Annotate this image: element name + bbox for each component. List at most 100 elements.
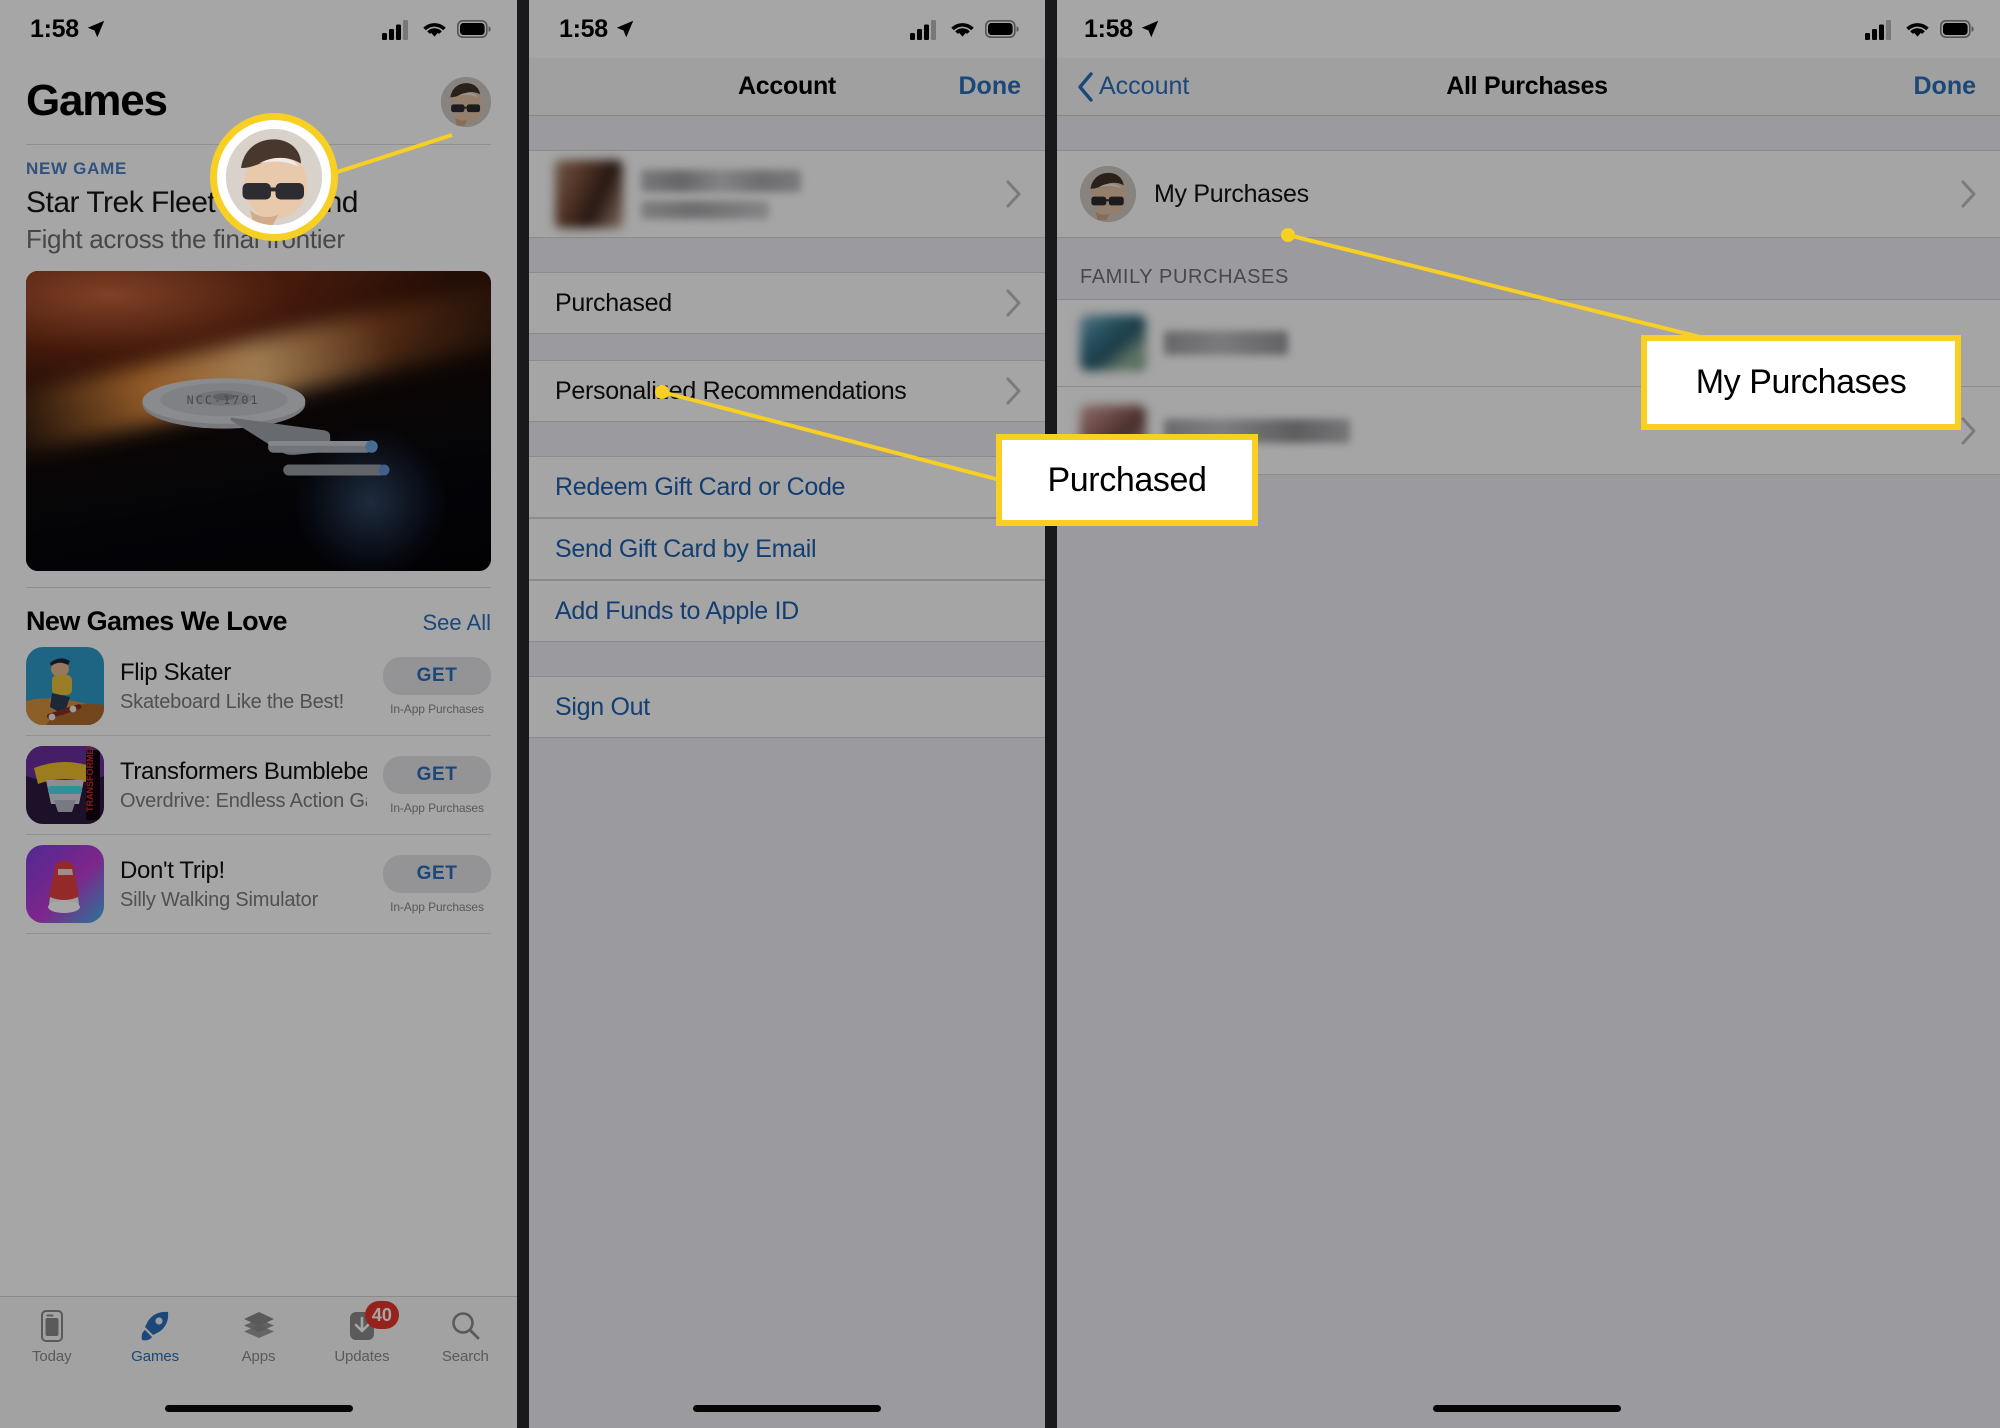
list-item[interactable]: TRANSFORMERS Transformers Bumblebee Over… [26,736,491,835]
page-title: Games [26,76,168,125]
tab-label: Today [31,1348,72,1365]
get-column: GET In-App Purchases [383,656,491,716]
tab-label: Search [441,1348,489,1365]
in-app-purchases-note: In-App Purchases [390,899,484,914]
all-purchases-list[interactable]: My Purchases FAMILY PURCHASES [1054,116,2000,1428]
svg-text:NCC-1701: NCC-1701 [187,393,260,407]
app-subtitle: Silly Walking Simulator [120,888,319,911]
section-title: New Games We Love [26,606,288,636]
nav-bar-all-purchases: Account All Purchases Done [1054,58,2000,116]
row-add-funds[interactable]: Add Funds to Apple ID [529,580,1045,642]
chevron-right-icon [1006,377,1021,405]
app-subtitle: Skateboard Like the Best! [120,690,345,713]
tab-label: Apps [241,1348,276,1365]
get-button[interactable]: GET [383,854,491,893]
list-item[interactable]: Don't Trip! Silly Walking Simulator GET … [26,835,491,934]
tab-games[interactable]: Games [103,1309,206,1365]
games-scroll-area[interactable]: Games NEW GAME Star Trek Fleet Command F… [0,58,517,1428]
rocket-icon [138,1309,172,1343]
app-subtitle: Overdrive: Endless Action Game [120,789,367,812]
panel-all-purchases: 1:58 Account All Purchases Done My Purch… [1054,0,2000,1428]
updates-badge: 40 [364,1301,399,1329]
get-column: GET In-App Purchases [383,854,491,914]
home-indicator [1433,1405,1621,1412]
section-new-games: New Games We Love See All [26,587,491,637]
featured-hero-image[interactable]: NCC-1701 [26,271,491,571]
featured-block[interactable]: NEW GAME Star Trek Fleet Command Fight a… [0,145,517,255]
search-icon [448,1309,482,1343]
get-button[interactable]: GET [383,656,491,695]
panel-account: 1:58 Account Done Purchased Personalized… [529,0,1045,1428]
tab-today[interactable]: Today [0,1309,103,1365]
blurred-name-line-1 [641,169,801,192]
row-sign-out[interactable]: Sign Out [529,676,1045,738]
family-purchase-row[interactable] [1054,299,2000,387]
tab-search[interactable]: Search [414,1309,517,1365]
status-bar-panel1: 1:58 [0,0,517,58]
stack-icon [242,1309,276,1343]
home-indicator [693,1405,881,1412]
row-redeem-gift-card[interactable]: Redeem Gift Card or Code [529,456,1045,518]
nav-bar-account: Account Done [529,58,1045,116]
row-personalized-recommendations[interactable]: Personalized Recommendations [529,360,1045,422]
status-time-text: 1:58 [559,14,608,43]
row-purchased[interactable]: Purchased [529,272,1045,334]
status-icons [910,19,1019,40]
account-avatar-photo [441,77,491,127]
svg-text:TRANSFORMERS: TRANSFORMERS [85,746,95,812]
row-my-purchases[interactable]: My Purchases [1054,150,2000,238]
wifi-icon [951,23,974,37]
list-item[interactable]: Flip Skater Skateboard Like the Best! GE… [26,637,491,736]
flip-skater-app-icon [26,647,104,725]
games-header: Games [0,58,517,136]
app-meta: Don't Trip! Silly Walking Simulator [120,857,367,912]
blurred-profile-photo [555,160,623,228]
row-label: Personalized Recommendations [555,376,907,405]
status-bar-panel3: 1:58 [1054,0,2000,58]
panel-divider [1045,0,1057,1428]
list-gap [529,238,1045,272]
home-indicator [164,1405,353,1412]
app-name: Transformers Bumblebee [120,757,367,785]
status-bar-panel2: 1:58 [529,0,1045,58]
row-label: Redeem Gift Card or Code [555,472,846,501]
account-identity-row[interactable] [529,150,1045,238]
nav-title: All Purchases [1446,72,1608,100]
panel-app-store-games: 1:58 Games NEW GAME Star Trek Fleet Comm… [0,0,517,1428]
family-purchase-row[interactable] [1054,387,2000,475]
blurred-account-name [641,169,987,219]
nav-title: Account [738,72,836,100]
done-button[interactable]: Done [1914,58,1977,115]
blurred-name-line-2 [641,200,769,219]
location-arrow-icon [616,20,634,38]
see-all-link[interactable]: See All [423,610,492,636]
row-label: My Purchases [1154,179,1309,208]
status-icons [1865,19,1974,40]
transformers-app-icon: TRANSFORMERS [26,746,104,824]
panel-divider [517,0,529,1428]
blurred-family-avatar-1 [1080,315,1146,371]
blurred-family-avatar-2 [1080,404,1146,457]
status-time-text: 1:58 [1084,14,1133,43]
tab-bar: Today Games Apps 40 Updates Search [0,1296,517,1428]
download-icon: 40 [345,1301,399,1343]
location-arrow-icon [1141,20,1159,38]
battery-icon [457,20,491,38]
account-list[interactable]: Purchased Personalized Recommendations R… [529,116,1045,1428]
cellular-bars-icon [910,19,936,40]
get-button[interactable]: GET [383,755,491,794]
row-send-gift-card[interactable]: Send Gift Card by Email [529,518,1045,580]
today-icon [35,1309,69,1343]
app-name: Flip Skater [120,658,231,686]
dont-trip-app-icon [26,845,104,923]
account-avatar [1080,166,1136,222]
done-button[interactable]: Done [959,58,1022,115]
tab-label: Games [131,1348,180,1365]
tab-apps[interactable]: Apps [207,1309,310,1365]
tab-updates[interactable]: 40 Updates [310,1301,413,1365]
account-avatar[interactable] [441,77,491,127]
status-time: 1:58 [559,15,636,44]
back-button-account[interactable]: Account [1076,58,1189,115]
row-label: Purchased [555,288,672,317]
wifi-icon [423,23,446,37]
